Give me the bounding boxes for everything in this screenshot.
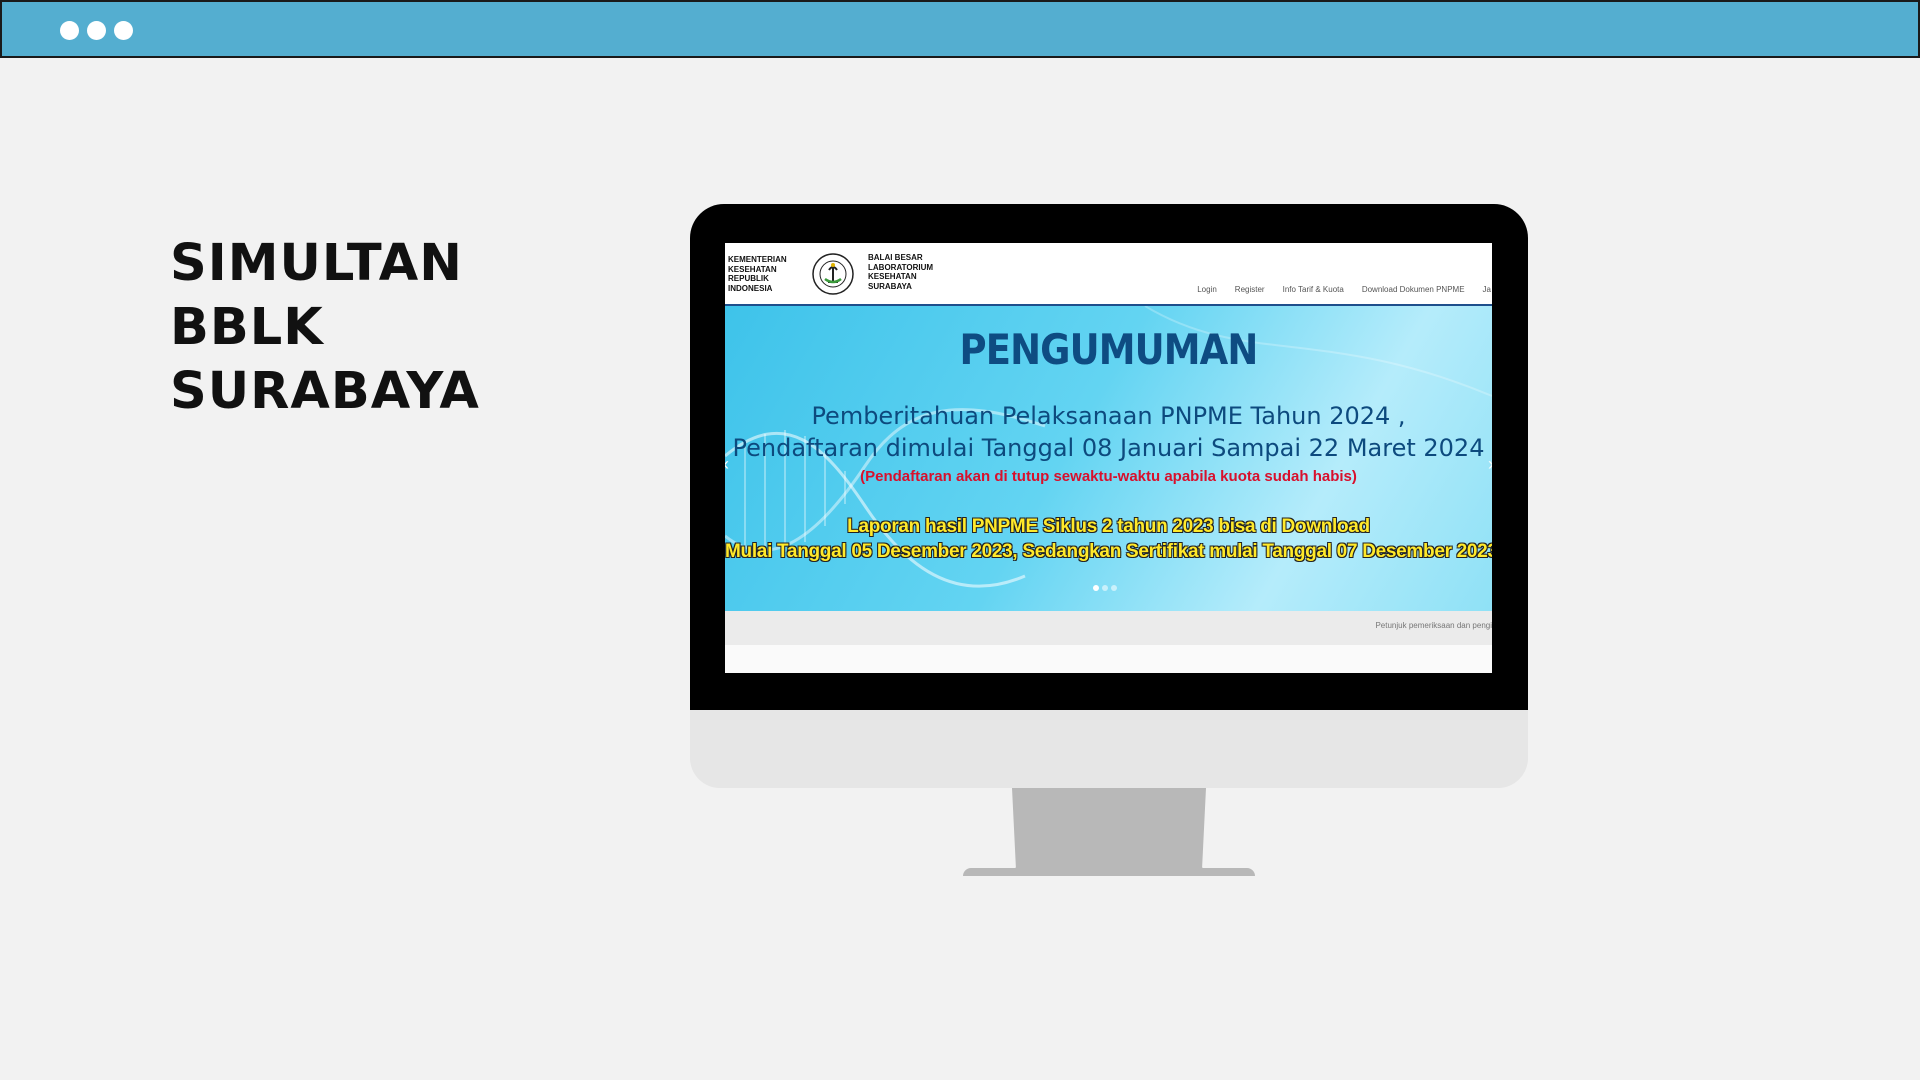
- chevron-right-icon[interactable]: ›: [1488, 454, 1492, 475]
- window-titlebar: [0, 0, 1920, 58]
- banner-line: Pemberitahuan Pelaksanaan PNPME Tahun 20…: [811, 402, 1406, 430]
- ministry-logo-text[interactable]: KEMENTERIAN KESEHATAN REPUBLIK INDONESIA: [728, 255, 787, 293]
- window-dot-icon: [87, 21, 106, 40]
- bblk-emblem-icon[interactable]: [811, 252, 855, 296]
- nav-truncated-item[interactable]: Ja: [1474, 285, 1492, 294]
- chevron-left-icon[interactable]: ‹: [725, 454, 729, 475]
- banner-line: Pendaftaran dimulai Tanggal 08 Januari S…: [732, 434, 1485, 462]
- slide-title-line: SIMULTAN: [170, 234, 463, 293]
- institution-line: LABORATORIUM: [868, 262, 934, 272]
- nav-download-dokumen[interactable]: Download Dokumen PNPME: [1353, 285, 1474, 294]
- ministry-line: REPUBLIK: [728, 274, 769, 283]
- banner-note: (Pendaftaran akan di tutup sewaktu-waktu…: [860, 468, 1357, 485]
- monitor-stand-base: [963, 868, 1255, 876]
- ministry-line: KEMENTERIAN: [728, 255, 787, 264]
- institution-line: KESEHATAN: [868, 272, 917, 281]
- carousel-indicator[interactable]: [1102, 585, 1108, 591]
- institution-name: BALAI BESAR LABORATORIUM KESEHATAN SURAB…: [868, 253, 933, 291]
- institution-line: BALAI BESAR: [868, 253, 923, 262]
- carousel-indicator[interactable]: [1111, 585, 1117, 591]
- banner-highlight: Laporan hasil PNPME Siklus 2 tahun 2023 …: [847, 516, 1370, 537]
- carousel-indicator[interactable]: [1093, 585, 1099, 591]
- announcement-carousel[interactable]: PENGUMUMAN Pemberitahuan Pelaksanaan PNP…: [725, 306, 1492, 611]
- slide-title-line: BBLK: [170, 298, 324, 357]
- nav-login[interactable]: Login: [1188, 285, 1226, 294]
- banner-title: PENGUMUMAN: [959, 325, 1259, 374]
- info-link[interactable]: Petunjuk pemeriksaan dan pengiriman: [1375, 621, 1492, 630]
- ministry-line: KESEHATAN: [728, 264, 777, 274]
- nav-register[interactable]: Register: [1226, 285, 1274, 294]
- institution-line: SURABAYA: [868, 281, 912, 291]
- site-nav: Login Register Info Tarif & Kuota Downlo…: [1188, 285, 1492, 294]
- monitor-screen: KEMENTERIAN KESEHATAN REPUBLIK INDONESIA…: [725, 243, 1492, 673]
- carousel-indicators: [1093, 585, 1117, 591]
- site-header: KEMENTERIAN KESEHATAN REPUBLIK INDONESIA…: [725, 243, 1492, 306]
- slide-title-line: SURABAYA: [170, 362, 480, 421]
- window-dot-icon: [114, 21, 133, 40]
- monitor-stand: [1012, 788, 1206, 874]
- banner-highlight: Mulai Tanggal 05 Desember 2023, Sedangka…: [725, 541, 1492, 562]
- slide-title: SIMULTAN BBLK SURABAYA: [170, 232, 480, 424]
- nav-info-tarif[interactable]: Info Tarif & Kuota: [1274, 285, 1353, 294]
- monitor-chin: [690, 710, 1528, 788]
- info-strip: Petunjuk pemeriksaan dan pengiriman: [725, 611, 1492, 645]
- ministry-line: INDONESIA: [728, 283, 773, 293]
- window-dot-icon: [60, 21, 79, 40]
